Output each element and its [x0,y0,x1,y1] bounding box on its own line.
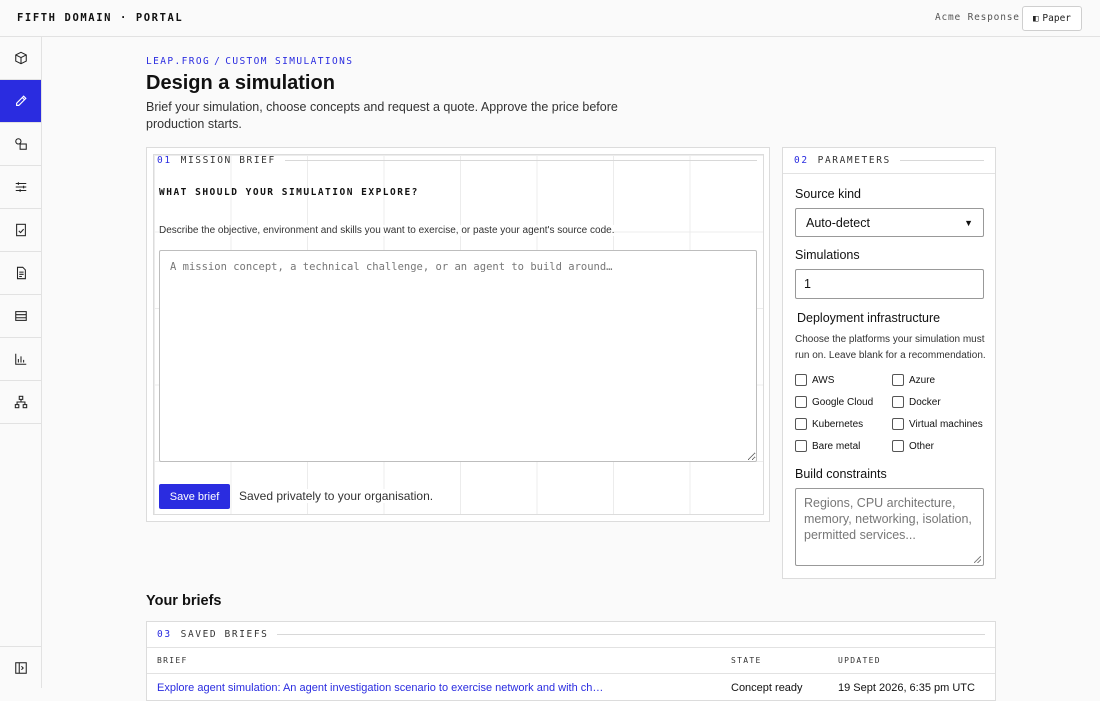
infra-help: Choose the platforms your simulation mus… [795,334,986,361]
resize-handle[interactable] [974,556,981,563]
constraints-placeholder: Regions, CPU architecture, memory, netwo… [804,496,972,542]
section-number: 01 [157,155,172,166]
parameters-heading: 02 PARAMETERS [794,155,984,166]
checkbox-box[interactable] [892,440,904,452]
sidebar-item-checklist[interactable] [0,209,41,252]
page-subtitle: Brief your simulation, choose concepts a… [146,100,618,131]
sidebar-item-design[interactable] [0,80,41,123]
brand-title: FIFTH DOMAIN · PORTAL [17,12,184,24]
section-rule [277,634,985,635]
breadcrumb: LEAP.FROG / CUSTOM SIMULATIONS [146,56,353,67]
save-brief-button[interactable]: Save brief [159,484,230,509]
checkbox-box[interactable] [892,396,904,408]
divider [147,647,995,648]
checkbox-label: Azure [909,374,936,386]
infra-label: Deployment infrastructure [797,311,941,325]
shapes-icon [14,138,27,150]
source-kind-select[interactable]: Auto-detect ▼ [795,208,984,237]
checkbox-azure[interactable]: Azure [892,374,935,386]
sidebar-item-documents[interactable] [0,252,41,295]
checkbox-virtual-machines[interactable]: Virtual machines [892,418,983,430]
sidebar-item-shapes[interactable] [0,123,41,166]
constraints-textarea[interactable]: Regions, CPU architecture, memory, netwo… [795,488,984,566]
checkbox-label: Other [909,440,935,452]
section-title: MISSION BRIEF [180,155,276,166]
brief-description: Describe the objective, environment and … [159,225,615,236]
simulations-label: Simulations [795,248,860,262]
divider [783,173,995,174]
sidebar-item-panels[interactable] [0,295,41,338]
section-rule [284,160,757,161]
sidebar-collapse-button[interactable] [0,646,41,688]
sidebar-item-analytics[interactable] [0,338,41,381]
checkbox-box[interactable] [795,396,807,408]
contrast-icon: ◧ [1032,13,1039,24]
sidebar-item-hierarchy[interactable] [0,381,41,424]
source-kind-label: Source kind [795,187,862,201]
section-title: PARAMETERS [817,155,891,166]
save-note: Saved privately to your organisation. [239,489,434,503]
divider [147,673,995,674]
brief-row-state: Concept ready [731,682,803,694]
section-title: SAVED BRIEFS [180,629,269,640]
checkbox-label: Virtual machines [909,418,983,430]
constraints-label: Build constraints [795,467,887,481]
checkbox-label: AWS [812,374,835,386]
chevron-down-icon: ▼ [964,217,973,228]
saved-briefs-heading: 03 SAVED BRIEFS [157,629,985,640]
top-bar: FIFTH DOMAIN · PORTAL Acme Response ◧ Pa… [0,0,1100,37]
section-number: 03 [157,629,172,640]
section-rule [899,160,984,161]
checkbox-aws[interactable]: AWS [795,374,834,386]
checkbox-label: Bare metal [812,440,861,452]
sidebar-item-packages[interactable] [0,37,41,80]
hierarchy-icon [14,395,27,409]
theme-toggle-label: Paper [1042,13,1072,24]
checkbox-bare-metal[interactable]: Bare metal [795,440,860,452]
document-icon [16,266,26,280]
checkbox-box[interactable] [795,374,807,386]
bar-chart-icon [14,353,26,365]
page-title: Design a simulation [146,72,335,94]
checklist-icon [15,223,26,237]
checkbox-box[interactable] [892,418,904,430]
simulations-value: 1 [804,277,811,291]
org-name[interactable]: Acme Response [935,12,1020,23]
layout-icon [14,311,27,321]
sidebar [0,37,42,688]
breadcrumb-current: CUSTOM SIMULATIONS [225,56,354,67]
brief-textarea[interactable] [159,250,757,462]
breadcrumb-separator: / [214,56,222,67]
simulations-input[interactable]: 1 [795,269,984,299]
column-header-updated[interactable]: UPDATED [838,656,881,665]
section-number: 02 [794,155,809,166]
checkbox-kubernetes[interactable]: Kubernetes [795,418,863,430]
breadcrumb-parent[interactable]: LEAP.FROG [146,56,210,67]
source-kind-value: Auto-detect [806,215,870,230]
mission-brief-heading: 01 MISSION BRIEF [157,155,757,166]
checkbox-google-cloud[interactable]: Google Cloud [795,396,873,408]
theme-toggle-button[interactable]: ◧ Paper [1022,6,1082,31]
checkbox-label: Google Cloud [812,396,874,408]
panel-toggle-icon [14,661,27,674]
sliders-icon [15,182,26,192]
sidebar-item-settings[interactable] [0,166,41,209]
column-header-state[interactable]: STATE [731,656,762,665]
checkbox-docker[interactable]: Docker [892,396,941,408]
checkbox-label: Docker [909,396,941,408]
brief-row-updated: 19 Sept 2026, 6:35 pm UTC [838,682,975,694]
pencil-icon [15,95,27,106]
checkbox-other[interactable]: Other [892,440,934,452]
box-icon [14,51,27,65]
checkbox-box[interactable] [795,418,807,430]
briefs-title: Your briefs [146,593,222,609]
checkbox-box[interactable] [795,440,807,452]
checkbox-label: Kubernetes [812,418,864,430]
checkbox-box[interactable] [892,374,904,386]
brief-row-title[interactable]: Explore agent simulation: An agent inves… [157,682,603,694]
column-header-brief[interactable]: BRIEF [157,656,188,665]
brief-question: WHAT SHOULD YOUR SIMULATION EXPLORE? [159,187,419,198]
